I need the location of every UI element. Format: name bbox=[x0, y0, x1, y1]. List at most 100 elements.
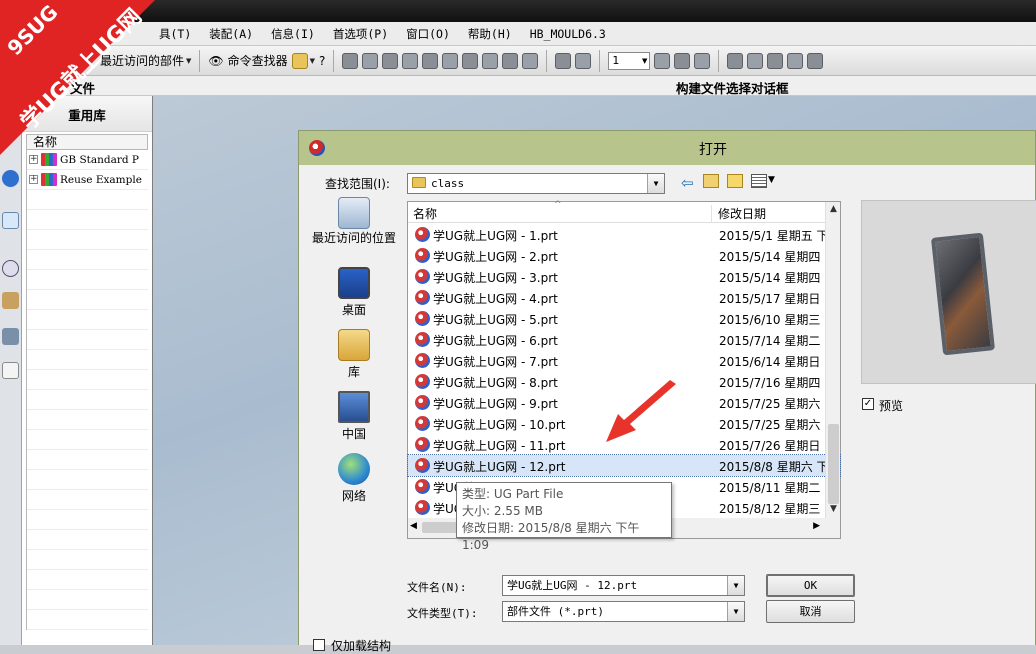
solid-icon[interactable] bbox=[462, 52, 479, 69]
place-desktop[interactable]: 桌面 bbox=[309, 267, 399, 318]
prt-file-icon bbox=[415, 437, 430, 452]
file-name: 学UG就上UG网 - 9.prt bbox=[433, 397, 558, 411]
place-network[interactable]: 网络 bbox=[309, 453, 399, 504]
shade-icon[interactable] bbox=[362, 52, 379, 69]
filetype-select[interactable]: 部件文件 (*.prt) ▼ bbox=[502, 601, 745, 622]
look-in-select[interactable]: class ▼ bbox=[407, 173, 665, 194]
menu-help[interactable]: 帮助(H) bbox=[459, 26, 521, 42]
chevron-down-icon[interactable]: ▼ bbox=[727, 602, 744, 621]
gray-box-icon[interactable] bbox=[522, 52, 539, 69]
info-icon[interactable] bbox=[2, 170, 19, 187]
document-icon[interactable] bbox=[2, 212, 19, 229]
cube-icon[interactable] bbox=[382, 52, 399, 69]
new-folder-icon[interactable] bbox=[727, 174, 743, 188]
grid-icon[interactable] bbox=[787, 52, 804, 69]
file-row[interactable]: 学UG就上UG网 - 6.prt 2015/7/14 星期二 ... bbox=[408, 329, 840, 350]
prt-file-icon bbox=[415, 374, 430, 389]
prt-file-icon bbox=[415, 248, 430, 263]
expand-icon[interactable]: + bbox=[29, 175, 38, 184]
layer-value: 1 bbox=[612, 53, 620, 67]
file-row[interactable]: 学UG就上UG网 - 7.prt 2015/6/14 星期日 ... bbox=[408, 350, 840, 371]
open-dropdown-icon[interactable]: ▼ bbox=[310, 57, 315, 65]
file-row[interactable]: 学UG就上UG网 - 2.prt 2015/5/14 星期四 ... bbox=[408, 245, 840, 266]
dialog-title: 打开 bbox=[699, 142, 727, 158]
ok-button[interactable]: OK bbox=[766, 574, 855, 597]
menu-preferences[interactable]: 首选项(P) bbox=[324, 26, 397, 42]
blank-icon[interactable] bbox=[2, 362, 19, 379]
scroll-down-icon[interactable]: ▼ bbox=[826, 502, 841, 517]
view-menu-icon[interactable] bbox=[751, 174, 767, 188]
scroll-left-icon[interactable]: ◀ bbox=[410, 521, 417, 531]
snap-icon[interactable] bbox=[727, 52, 744, 69]
list-item[interactable]: + Reuse Example bbox=[27, 170, 148, 190]
scroll-right-icon[interactable]: ▶ bbox=[813, 521, 820, 531]
layers-icon[interactable] bbox=[674, 52, 691, 69]
file-modified: 2015/5/17 星期日 ... bbox=[719, 292, 836, 306]
place-computer[interactable]: 中国 bbox=[309, 391, 399, 442]
tree-icon[interactable] bbox=[694, 52, 711, 69]
place-libraries[interactable]: 库 bbox=[309, 329, 399, 380]
menu-info[interactable]: 信息(I) bbox=[262, 26, 324, 42]
preview-checkbox[interactable]: ✓ bbox=[862, 398, 874, 410]
layer-select[interactable]: 1 ▼ bbox=[608, 51, 651, 70]
chevron-down-icon[interactable]: ▼ bbox=[768, 175, 775, 185]
library-item-label: Reuse Example bbox=[60, 173, 142, 186]
command-finder-button[interactable]: 命令查找器 bbox=[228, 52, 288, 69]
rotate-icon[interactable] bbox=[575, 52, 592, 69]
recent-parts-dropdown-icon[interactable]: ▼ bbox=[186, 57, 191, 65]
status-message: 构建文件选择对话框 bbox=[676, 81, 789, 96]
clock-icon[interactable] bbox=[2, 260, 19, 277]
measure-icon[interactable] bbox=[807, 52, 824, 69]
empty-row bbox=[27, 190, 148, 210]
load-structure-checkbox[interactable] bbox=[313, 639, 325, 651]
chevron-down-icon[interactable]: ▼ bbox=[647, 174, 664, 193]
desktop-icon bbox=[338, 267, 370, 299]
curve-icon[interactable] bbox=[747, 52, 764, 69]
menu-assembly[interactable]: 装配(A) bbox=[200, 26, 262, 42]
column-header-name[interactable]: 名称 bbox=[413, 205, 437, 222]
cancel-button[interactable]: 取消 bbox=[766, 600, 855, 623]
prt-file-icon bbox=[415, 353, 430, 368]
view-icon[interactable] bbox=[342, 52, 359, 69]
orient-icon[interactable] bbox=[555, 52, 572, 69]
filename-input[interactable]: 学UG就上UG网 - 12.prt ▼ bbox=[502, 575, 745, 596]
face-icon[interactable] bbox=[482, 52, 499, 69]
up-folder-icon[interactable] bbox=[703, 174, 719, 188]
wireframe-icon[interactable] bbox=[402, 52, 419, 69]
open-folder-icon[interactable] bbox=[291, 52, 308, 69]
file-row[interactable]: 学UG就上UG网 - 3.prt 2015/5/14 星期四 ... bbox=[408, 266, 840, 287]
menu-tools[interactable]: 具(T) bbox=[150, 26, 200, 42]
file-row[interactable]: 学UG就上UG网 - 1.prt 2015/5/1 星期五 下... bbox=[408, 224, 840, 245]
file-row[interactable]: 学UG就上UG网 - 12.prt 2015/8/8 星期六 下... bbox=[407, 454, 841, 477]
box-icon[interactable] bbox=[442, 52, 459, 69]
expand-icon[interactable]: + bbox=[29, 155, 38, 164]
arrow-shape bbox=[606, 380, 676, 442]
load-structure-label: 仅加载结构 bbox=[331, 639, 392, 653]
file-row[interactable]: 学UG就上UG网 - 4.prt 2015/5/17 星期日 ... bbox=[408, 287, 840, 308]
place-recent[interactable]: 最近访问的位置 bbox=[309, 197, 399, 245]
vertical-scrollbar[interactable]: ▲ ▼ bbox=[825, 202, 840, 518]
back-icon[interactable]: ⇦ bbox=[681, 174, 694, 192]
file-list-header: 名称 ^ 修改日期 bbox=[408, 200, 840, 223]
prt-file-icon bbox=[415, 416, 430, 431]
folder-icon bbox=[412, 177, 426, 188]
file-row[interactable]: 学UG就上UG网 - 5.prt 2015/6/10 星期三 ... bbox=[408, 308, 840, 329]
menu-hb-mould[interactable]: HB_MOULD6.3 bbox=[521, 27, 615, 41]
point-icon[interactable] bbox=[767, 52, 784, 69]
palette-icon[interactable] bbox=[2, 328, 19, 345]
edge-icon[interactable] bbox=[502, 52, 519, 69]
library-tree: + GB Standard P + Reuse Example bbox=[26, 150, 148, 630]
scroll-thumb[interactable] bbox=[828, 424, 839, 504]
scroll-up-icon[interactable]: ▲ bbox=[826, 202, 841, 217]
chevron-down-icon[interactable]: ▼ bbox=[727, 576, 744, 595]
block-icon[interactable] bbox=[422, 52, 439, 69]
users-icon[interactable] bbox=[2, 292, 19, 309]
network-globe-icon bbox=[338, 453, 370, 485]
layer-icon[interactable] bbox=[654, 52, 671, 69]
help-icon[interactable]: ? bbox=[319, 54, 325, 68]
dialog-title-bar[interactable]: 打开 bbox=[299, 131, 1035, 165]
file-modified: 2015/8/12 星期三 ... bbox=[719, 502, 836, 516]
column-header-modified[interactable]: 修改日期 bbox=[711, 205, 766, 223]
menu-window[interactable]: 窗口(O) bbox=[397, 26, 459, 42]
empty-row bbox=[27, 330, 148, 350]
